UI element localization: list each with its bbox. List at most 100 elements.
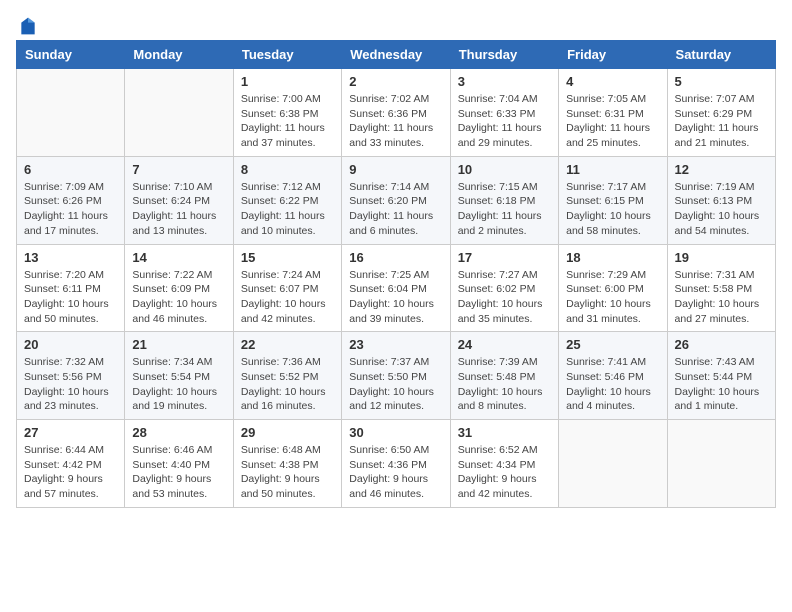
day-info: Sunrise: 7:22 AMSunset: 6:09 PMDaylight:… <box>132 268 225 327</box>
calendar-cell: 7Sunrise: 7:10 AMSunset: 6:24 PMDaylight… <box>125 156 233 244</box>
calendar-cell <box>17 69 125 157</box>
calendar-cell: 18 Sunrise: 7:29 AMSunset: 6:00 PMDayligh… <box>559 244 667 332</box>
day-number: 3 <box>458 74 551 89</box>
day-info: Sunrise: 7:04 AMSunset: 6:33 PMDaylight:… <box>458 92 551 151</box>
calendar-cell: 3 Sunrise: 7:04 AMSunset: 6:33 PMDaylight… <box>450 69 558 157</box>
day-number: 2 <box>349 74 442 89</box>
day-number: 20 <box>24 337 117 352</box>
day-info: Sunrise: 7:24 AMSunset: 6:07 PMDaylight:… <box>241 268 334 327</box>
logo-icon <box>18 16 38 36</box>
calendar-cell: 10 Sunrise: 7:15 AMSunset: 6:18 PMDayligh… <box>450 156 558 244</box>
day-number: 25 <box>566 337 659 352</box>
calendar-cell: 14 Sunrise: 7:22 AMSunset: 6:09 PMDayligh… <box>125 244 233 332</box>
calendar-cell: 23Sunrise: 7:37 AMSunset: 5:50 PMDayligh… <box>342 332 450 420</box>
calendar-cell: 28 Sunrise: 6:46 AMSunset: 4:40 PMDayligh… <box>125 420 233 508</box>
day-info: Sunrise: 7:31 AMSunset: 5:58 PMDaylight:… <box>675 268 768 327</box>
day-number: 26 <box>675 337 768 352</box>
day-number: 17 <box>458 250 551 265</box>
day-info: Sunrise: 7:17 AMSunset: 6:15 PMDaylight:… <box>566 180 659 239</box>
day-info: Sunrise: 7:05 AMSunset: 6:31 PMDaylight:… <box>566 92 659 151</box>
calendar-cell: 19 Sunrise: 7:31 AMSunset: 5:58 PMDayligh… <box>667 244 775 332</box>
calendar-cell: 9 Sunrise: 7:14 AMSunset: 6:20 PMDaylight… <box>342 156 450 244</box>
calendar-week-4: 20 Sunrise: 7:32 AMSunset: 5:56 PMDayligh… <box>17 332 776 420</box>
day-header-monday: Monday <box>125 41 233 69</box>
day-info: Sunrise: 7:32 AMSunset: 5:56 PMDaylight:… <box>24 355 117 414</box>
day-info: Sunrise: 7:43 AMSunset: 5:44 PMDaylight:… <box>675 355 768 414</box>
day-info: Sunrise: 7:10 AMSunset: 6:24 PMDaylight:… <box>132 180 225 239</box>
calendar-cell: 13Sunrise: 7:20 AMSunset: 6:11 PMDayligh… <box>17 244 125 332</box>
calendar-cell: 31 Sunrise: 6:52 AMSunset: 4:34 PMDayligh… <box>450 420 558 508</box>
day-info: Sunrise: 7:25 AMSunset: 6:04 PMDaylight:… <box>349 268 442 327</box>
day-info: Sunrise: 7:14 AMSunset: 6:20 PMDaylight:… <box>349 180 442 239</box>
day-number: 1 <box>241 74 334 89</box>
day-header-friday: Friday <box>559 41 667 69</box>
calendar-cell <box>667 420 775 508</box>
day-info: Sunrise: 6:50 AMSunset: 4:36 PMDaylight:… <box>349 443 442 502</box>
day-info: Sunrise: 7:00 AMSunset: 6:38 PMDaylight:… <box>241 92 334 151</box>
calendar-cell: 6Sunrise: 7:09 AMSunset: 6:26 PMDaylight… <box>17 156 125 244</box>
calendar-week-3: 13Sunrise: 7:20 AMSunset: 6:11 PMDayligh… <box>17 244 776 332</box>
calendar-cell: 11 Sunrise: 7:17 AMSunset: 6:15 PMDayligh… <box>559 156 667 244</box>
calendar-table: SundayMondayTuesdayWednesdayThursdayFrid… <box>16 40 776 508</box>
day-number: 9 <box>349 162 442 177</box>
calendar-cell: 15Sunrise: 7:24 AMSunset: 6:07 PMDayligh… <box>233 244 341 332</box>
day-number: 24 <box>458 337 551 352</box>
day-info: Sunrise: 7:12 AMSunset: 6:22 PMDaylight:… <box>241 180 334 239</box>
day-number: 30 <box>349 425 442 440</box>
day-number: 18 <box>566 250 659 265</box>
day-info: Sunrise: 7:29 AMSunset: 6:00 PMDaylight:… <box>566 268 659 327</box>
calendar-week-5: 27 Sunrise: 6:44 AMSunset: 4:42 PMDayligh… <box>17 420 776 508</box>
day-header-saturday: Saturday <box>667 41 775 69</box>
calendar-cell: 21Sunrise: 7:34 AMSunset: 5:54 PMDayligh… <box>125 332 233 420</box>
day-info: Sunrise: 6:52 AMSunset: 4:34 PMDaylight:… <box>458 443 551 502</box>
calendar-body: 1 Sunrise: 7:00 AMSunset: 6:38 PMDaylight… <box>17 69 776 508</box>
day-number: 27 <box>24 425 117 440</box>
day-info: Sunrise: 6:46 AMSunset: 4:40 PMDaylight:… <box>132 443 225 502</box>
day-info: Sunrise: 7:34 AMSunset: 5:54 PMDaylight:… <box>132 355 225 414</box>
day-info: Sunrise: 7:41 AMSunset: 5:46 PMDaylight:… <box>566 355 659 414</box>
calendar-cell: 4 Sunrise: 7:05 AMSunset: 6:31 PMDaylight… <box>559 69 667 157</box>
calendar-cell: 24 Sunrise: 7:39 AMSunset: 5:48 PMDayligh… <box>450 332 558 420</box>
calendar-cell: 2 Sunrise: 7:02 AMSunset: 6:36 PMDaylight… <box>342 69 450 157</box>
calendar-cell: 12 Sunrise: 7:19 AMSunset: 6:13 PMDayligh… <box>667 156 775 244</box>
days-of-week-row: SundayMondayTuesdayWednesdayThursdayFrid… <box>17 41 776 69</box>
day-info: Sunrise: 6:48 AMSunset: 4:38 PMDaylight:… <box>241 443 334 502</box>
day-info: Sunrise: 7:19 AMSunset: 6:13 PMDaylight:… <box>675 180 768 239</box>
day-header-thursday: Thursday <box>450 41 558 69</box>
calendar-cell: 30 Sunrise: 6:50 AMSunset: 4:36 PMDayligh… <box>342 420 450 508</box>
day-number: 10 <box>458 162 551 177</box>
day-number: 6 <box>24 162 117 177</box>
day-info: Sunrise: 7:36 AMSunset: 5:52 PMDaylight:… <box>241 355 334 414</box>
day-number: 5 <box>675 74 768 89</box>
calendar-cell: 17 Sunrise: 7:27 AMSunset: 6:02 PMDayligh… <box>450 244 558 332</box>
calendar-cell: 27 Sunrise: 6:44 AMSunset: 4:42 PMDayligh… <box>17 420 125 508</box>
calendar-cell: 5 Sunrise: 7:07 AMSunset: 6:29 PMDaylight… <box>667 69 775 157</box>
day-info: Sunrise: 7:39 AMSunset: 5:48 PMDaylight:… <box>458 355 551 414</box>
day-info: Sunrise: 7:15 AMSunset: 6:18 PMDaylight:… <box>458 180 551 239</box>
day-number: 31 <box>458 425 551 440</box>
calendar-week-2: 6Sunrise: 7:09 AMSunset: 6:26 PMDaylight… <box>17 156 776 244</box>
day-number: 28 <box>132 425 225 440</box>
day-number: 8 <box>241 162 334 177</box>
day-number: 13 <box>24 250 117 265</box>
calendar-week-1: 1 Sunrise: 7:00 AMSunset: 6:38 PMDaylight… <box>17 69 776 157</box>
calendar-cell <box>559 420 667 508</box>
day-number: 12 <box>675 162 768 177</box>
calendar-cell <box>125 69 233 157</box>
day-info: Sunrise: 7:02 AMSunset: 6:36 PMDaylight:… <box>349 92 442 151</box>
day-header-tuesday: Tuesday <box>233 41 341 69</box>
day-header-wednesday: Wednesday <box>342 41 450 69</box>
day-number: 23 <box>349 337 442 352</box>
day-info: Sunrise: 7:07 AMSunset: 6:29 PMDaylight:… <box>675 92 768 151</box>
day-info: Sunrise: 7:27 AMSunset: 6:02 PMDaylight:… <box>458 268 551 327</box>
day-number: 19 <box>675 250 768 265</box>
calendar-cell: 8 Sunrise: 7:12 AMSunset: 6:22 PMDaylight… <box>233 156 341 244</box>
day-number: 11 <box>566 162 659 177</box>
day-number: 14 <box>132 250 225 265</box>
calendar-cell: 25 Sunrise: 7:41 AMSunset: 5:46 PMDayligh… <box>559 332 667 420</box>
day-number: 4 <box>566 74 659 89</box>
calendar-cell: 20 Sunrise: 7:32 AMSunset: 5:56 PMDayligh… <box>17 332 125 420</box>
day-info: Sunrise: 6:44 AMSunset: 4:42 PMDaylight:… <box>24 443 117 502</box>
day-number: 29 <box>241 425 334 440</box>
calendar-cell: 22Sunrise: 7:36 AMSunset: 5:52 PMDayligh… <box>233 332 341 420</box>
